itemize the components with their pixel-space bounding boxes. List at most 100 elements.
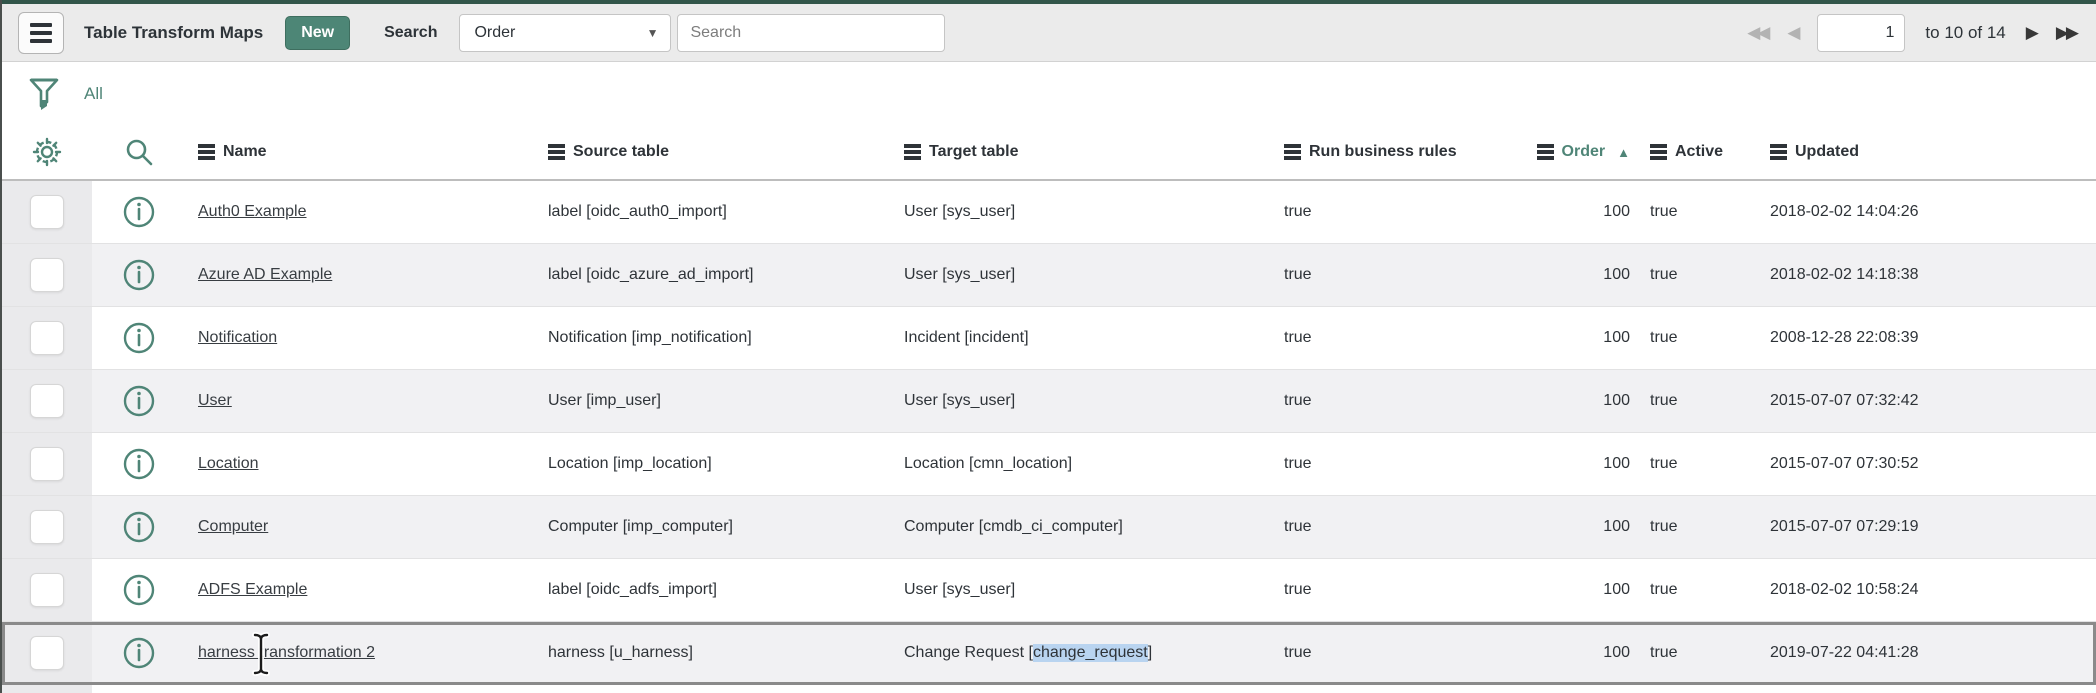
row-checkbox-cell (2, 181, 92, 243)
search-magnifier-icon[interactable] (123, 136, 155, 168)
table-header-row: Name Source table Target table Run busin… (2, 125, 2096, 181)
pagination-range-text: to 10 of 14 (1925, 23, 2005, 43)
cell-target-table: User [sys_user] (892, 581, 1272, 599)
last-page-button[interactable]: ▶▶ (2056, 23, 2076, 43)
row-info-cell[interactable] (92, 448, 186, 480)
row-checkbox[interactable] (30, 510, 64, 544)
row-checkbox[interactable] (30, 447, 64, 481)
cell-order: 100 (1522, 329, 1638, 347)
column-menu-icon[interactable] (198, 142, 215, 163)
record-link[interactable]: Auth0 Example (198, 203, 307, 221)
column-header-updated[interactable]: Updated (1758, 142, 2096, 163)
row-checkbox[interactable] (30, 384, 64, 418)
cell-run-business-rules: true (1272, 455, 1522, 473)
row-info-cell[interactable] (92, 259, 186, 291)
cell-name: Location (186, 455, 536, 473)
record-link[interactable]: harness transformation 2 (198, 644, 375, 662)
info-icon (123, 259, 155, 291)
cell-source-table: label [oidc_azure_ad_import] (536, 266, 892, 284)
row-checkbox-cell (2, 370, 92, 432)
cell-updated: 2018-02-02 10:58:24 (1758, 581, 2096, 599)
record-link[interactable]: User (198, 392, 232, 410)
cell-run-business-rules: true (1272, 518, 1522, 536)
row-info-cell[interactable] (92, 196, 186, 228)
cell-updated: 2015-07-07 07:29:19 (1758, 518, 2096, 536)
first-page-button[interactable]: ◀◀ (1747, 23, 1767, 43)
record-link[interactable]: Location (198, 455, 259, 473)
column-menu-icon[interactable] (1537, 142, 1554, 163)
dropdown-arrow-icon: ▼ (647, 26, 659, 40)
table-row: LocationLocation [imp_location]Location … (2, 433, 2096, 496)
info-icon (123, 511, 155, 543)
column-header-order[interactable]: Order ▲ (1522, 142, 1638, 163)
gear-icon[interactable] (31, 136, 63, 168)
row-checkbox[interactable] (30, 573, 64, 607)
cell-order: 100 (1522, 518, 1638, 536)
cell-updated: 2015-07-07 07:30:52 (1758, 455, 2096, 473)
breadcrumb-all-link[interactable]: All (84, 84, 103, 104)
filter-funnel-icon[interactable] (28, 76, 60, 112)
cell-order: 100 (1522, 455, 1638, 473)
search-field-dropdown[interactable]: Order ▼ (459, 14, 671, 52)
cell-target-table: Change Request [change_request] (892, 644, 1272, 662)
cell-order: 100 (1522, 392, 1638, 410)
row-checkbox[interactable] (30, 195, 64, 229)
row-info-cell[interactable] (92, 385, 186, 417)
cell-run-business-rules: true (1272, 392, 1522, 410)
table-row: ComputerComputer [imp_computer]Computer … (2, 496, 2096, 559)
row-checkbox[interactable] (30, 321, 64, 355)
column-header-name[interactable]: Name (186, 142, 536, 163)
row-info-cell[interactable] (92, 322, 186, 354)
sort-ascending-icon: ▲ (1617, 145, 1630, 160)
cell-order: 100 (1522, 581, 1638, 599)
search-input[interactable] (677, 14, 945, 52)
cell-run-business-rules: true (1272, 266, 1522, 284)
cell-source-table: label [oidc_adfs_import] (536, 581, 892, 599)
column-menu-icon[interactable] (1650, 142, 1667, 163)
next-page-button[interactable]: ▶ (2026, 23, 2036, 43)
column-header-target-table[interactable]: Target table (892, 142, 1272, 163)
record-link[interactable]: ADFS Example (198, 581, 307, 599)
row-info-cell[interactable] (92, 511, 186, 543)
cell-updated: 2018-02-02 14:04:26 (1758, 203, 2096, 221)
column-menu-icon[interactable] (904, 142, 921, 163)
info-icon (123, 322, 155, 354)
cell-order: 100 (1522, 203, 1638, 221)
row-checkbox-cell (2, 559, 92, 621)
column-menu-icon[interactable] (1284, 142, 1301, 163)
cell-name: Azure AD Example (186, 266, 536, 284)
row-info-cell[interactable] (92, 637, 186, 669)
record-link[interactable]: Azure AD Example (198, 266, 332, 284)
column-header-source-table[interactable]: Source table (536, 142, 892, 163)
column-header-active[interactable]: Active (1638, 142, 1758, 163)
page-title: Table Transform Maps (84, 23, 263, 43)
cell-active: true (1638, 455, 1758, 473)
cell-active: true (1638, 203, 1758, 221)
selected-text: change_request (1033, 644, 1148, 662)
cell-source-table: Notification [imp_notification] (536, 329, 892, 347)
row-checkbox[interactable] (30, 636, 64, 670)
list-toolbar: Table Transform Maps New Search Order ▼ … (2, 4, 2096, 62)
cell-active: true (1638, 581, 1758, 599)
cell-name: Notification (186, 329, 536, 347)
column-menu-icon[interactable] (548, 142, 565, 163)
row-checkbox[interactable] (30, 258, 64, 292)
column-header-run-business-rules[interactable]: Run business rules (1272, 142, 1522, 163)
cell-updated: 2015-07-07 07:32:42 (1758, 392, 2096, 410)
row-info-cell[interactable] (92, 574, 186, 606)
context-menu-button[interactable] (18, 12, 64, 54)
record-link[interactable]: Computer (198, 518, 268, 536)
cell-target-table: Computer [cmdb_ci_computer] (892, 518, 1272, 536)
column-menu-icon[interactable] (1770, 142, 1787, 163)
cell-order: 100 (1522, 266, 1638, 284)
current-page-input[interactable] (1817, 14, 1905, 52)
new-record-button[interactable]: New (285, 16, 350, 50)
table-row: UserUser [imp_user]User [sys_user]true10… (2, 370, 2096, 433)
info-icon (123, 385, 155, 417)
previous-page-button[interactable]: ◀ (1787, 23, 1797, 43)
search-field-selected-value: Order (474, 24, 515, 42)
cell-target-table: Location [cmn_location] (892, 455, 1272, 473)
record-link[interactable]: Notification (198, 329, 277, 347)
cell-updated: 2018-02-02 14:18:38 (1758, 266, 2096, 284)
partial-next-row (2, 685, 2096, 693)
